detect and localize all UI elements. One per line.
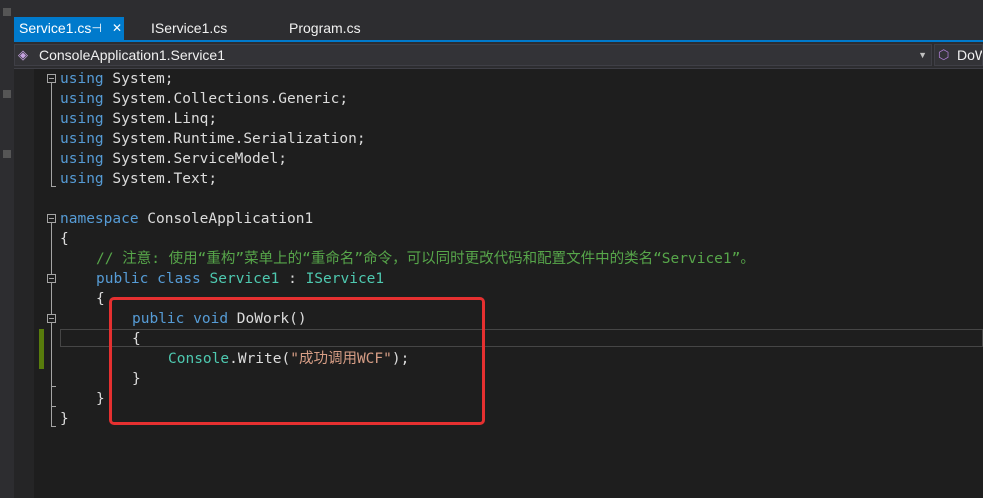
navigation-bar: ◈ ConsoleApplication1.Service1 ▼ ⬡ DoWor… xyxy=(14,42,983,69)
outline-line xyxy=(51,83,52,186)
code-line: namespace ConsoleApplication1 xyxy=(60,211,314,227)
outline-end xyxy=(51,426,56,427)
source-code: using System; using System.Collections.G… xyxy=(60,69,755,427)
toolbox-icon[interactable] xyxy=(3,8,11,16)
member-selector-value: DoWork() xyxy=(957,47,982,63)
annotation-highlight-box xyxy=(109,297,485,425)
tab-iservice1[interactable]: IService1.cs xyxy=(151,17,227,40)
member-dropdown[interactable]: ⬡ DoWork() xyxy=(934,44,983,66)
tab-program[interactable]: Program.cs xyxy=(289,17,361,40)
code-line: using System.ServiceModel; xyxy=(60,151,287,167)
collapse-icon[interactable] xyxy=(47,314,56,323)
code-line: using System.Text; xyxy=(60,171,218,187)
class-icon: ◈ xyxy=(18,47,28,62)
code-line: { xyxy=(96,291,105,307)
change-indicator xyxy=(39,329,44,369)
code-line: using System.Collections.Generic; xyxy=(60,91,349,107)
glyph-margin xyxy=(14,69,34,498)
tab-label: IService1.cs xyxy=(151,20,228,36)
tab-label: Service1.cs xyxy=(19,20,92,36)
method-icon: ⬡ xyxy=(938,47,950,62)
toolbox-tab-icon[interactable] xyxy=(3,150,11,158)
code-line: using System.Linq; xyxy=(60,111,218,127)
code-line: using System; xyxy=(60,71,174,87)
tab-label: Program.cs xyxy=(289,20,361,36)
code-line: } xyxy=(96,391,105,407)
outline-end xyxy=(51,386,56,387)
code-line: } xyxy=(60,411,69,427)
left-tool-rail xyxy=(0,0,14,498)
type-selector-value: ConsoleApplication1.Service1 xyxy=(39,47,225,63)
code-line: { xyxy=(60,231,69,247)
collapse-icon[interactable] xyxy=(47,274,56,283)
code-line: public class Service1 : IService1 xyxy=(96,271,385,287)
tab-service1[interactable]: Service1.cs ⊣ ✕ xyxy=(14,17,124,40)
outline-end xyxy=(51,186,56,187)
close-icon[interactable]: ✕ xyxy=(110,17,124,40)
server-explorer-icon[interactable] xyxy=(3,90,11,98)
document-tab-bar: Service1.cs ⊣ ✕ IService1.cs Program.cs xyxy=(14,0,983,42)
outline-end xyxy=(51,406,56,407)
chevron-down-icon[interactable]: ▼ xyxy=(918,45,927,65)
code-comment: // 注意: 使用“重构”菜单上的“重命名”命令，可以同时更改代码和配置文件中的… xyxy=(96,251,755,267)
outline-line xyxy=(51,323,52,386)
code-line: using System.Runtime.Serialization; xyxy=(60,131,366,147)
pin-icon[interactable]: ⊣ xyxy=(92,17,102,40)
type-dropdown[interactable]: ◈ ConsoleApplication1.Service1 ▼ xyxy=(14,44,932,66)
collapse-icon[interactable] xyxy=(47,74,56,83)
collapse-icon[interactable] xyxy=(47,214,56,223)
